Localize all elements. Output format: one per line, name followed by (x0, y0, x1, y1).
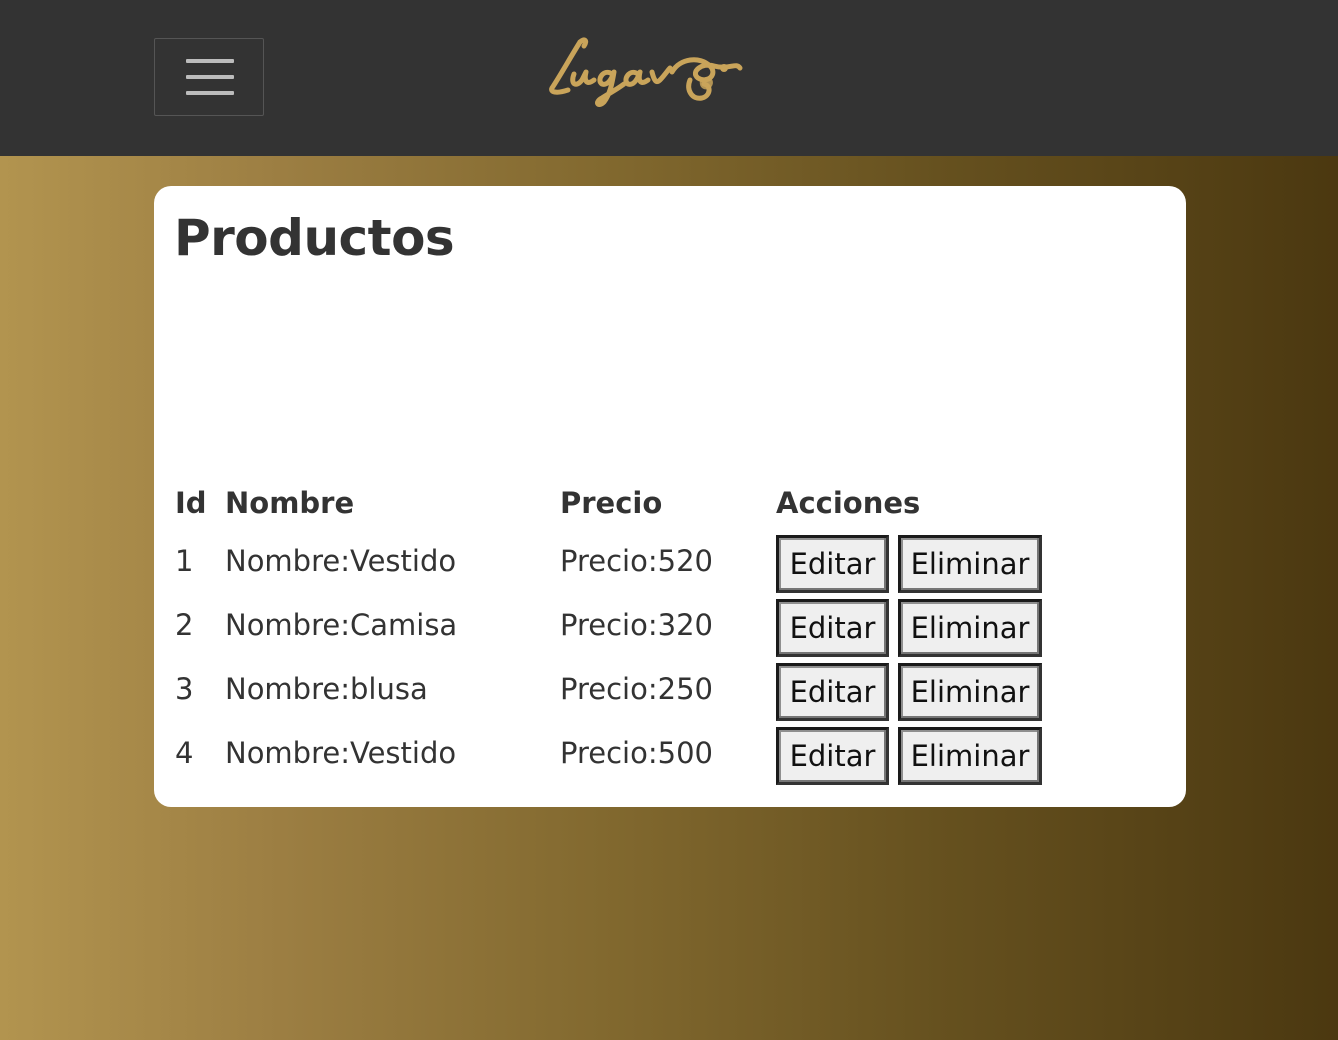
row-precio: Precio:320 (560, 608, 713, 642)
hamburger-icon-line (186, 59, 234, 63)
lugaves-logo-icon (549, 37, 743, 107)
edit-button[interactable]: Editar (776, 727, 889, 785)
table-row: 3 Nombre:blusa Precio:250 Editar Elimina… (154, 663, 1186, 723)
page-title: Productos (174, 209, 455, 267)
delete-button[interactable]: Eliminar (898, 535, 1042, 593)
table-row: 1 Nombre:Vestido Precio:520 Editar Elimi… (154, 535, 1186, 595)
delete-button[interactable]: Eliminar (898, 727, 1042, 785)
navbar (0, 0, 1338, 156)
row-id: 3 (175, 672, 194, 706)
hamburger-icon-line (186, 91, 234, 95)
header-nombre: Nombre (225, 486, 355, 520)
products-card: Productos Id Nombre Precio Acciones 1 No… (154, 186, 1186, 807)
header-precio: Precio (560, 486, 663, 520)
row-precio: Precio:520 (560, 544, 713, 578)
edit-button[interactable]: Editar (776, 535, 889, 593)
delete-button[interactable]: Eliminar (898, 599, 1042, 657)
row-id: 2 (175, 608, 194, 642)
header-acciones: Acciones (776, 486, 921, 520)
row-precio: Precio:500 (560, 736, 713, 770)
edit-button[interactable]: Editar (776, 663, 889, 721)
brand-logo[interactable] (540, 28, 755, 118)
table-row: 4 Nombre:Vestido Precio:500 Editar Elimi… (154, 727, 1186, 787)
edit-button[interactable]: Editar (776, 599, 889, 657)
hamburger-menu-button[interactable] (154, 38, 264, 116)
row-id: 4 (175, 736, 194, 770)
table-row: 2 Nombre:Camisa Precio:320 Editar Elimin… (154, 599, 1186, 659)
row-nombre: Nombre:blusa (225, 672, 428, 706)
row-id: 1 (175, 544, 194, 578)
hamburger-icon-line (186, 75, 234, 79)
header-id: Id (175, 486, 207, 520)
delete-button[interactable]: Eliminar (898, 663, 1042, 721)
table-header-row: Id Nombre Precio Acciones (154, 483, 1186, 543)
row-nombre: Nombre:Vestido (225, 736, 457, 770)
row-precio: Precio:250 (560, 672, 713, 706)
row-nombre: Nombre:Vestido (225, 544, 457, 578)
row-nombre: Nombre:Camisa (225, 608, 458, 642)
